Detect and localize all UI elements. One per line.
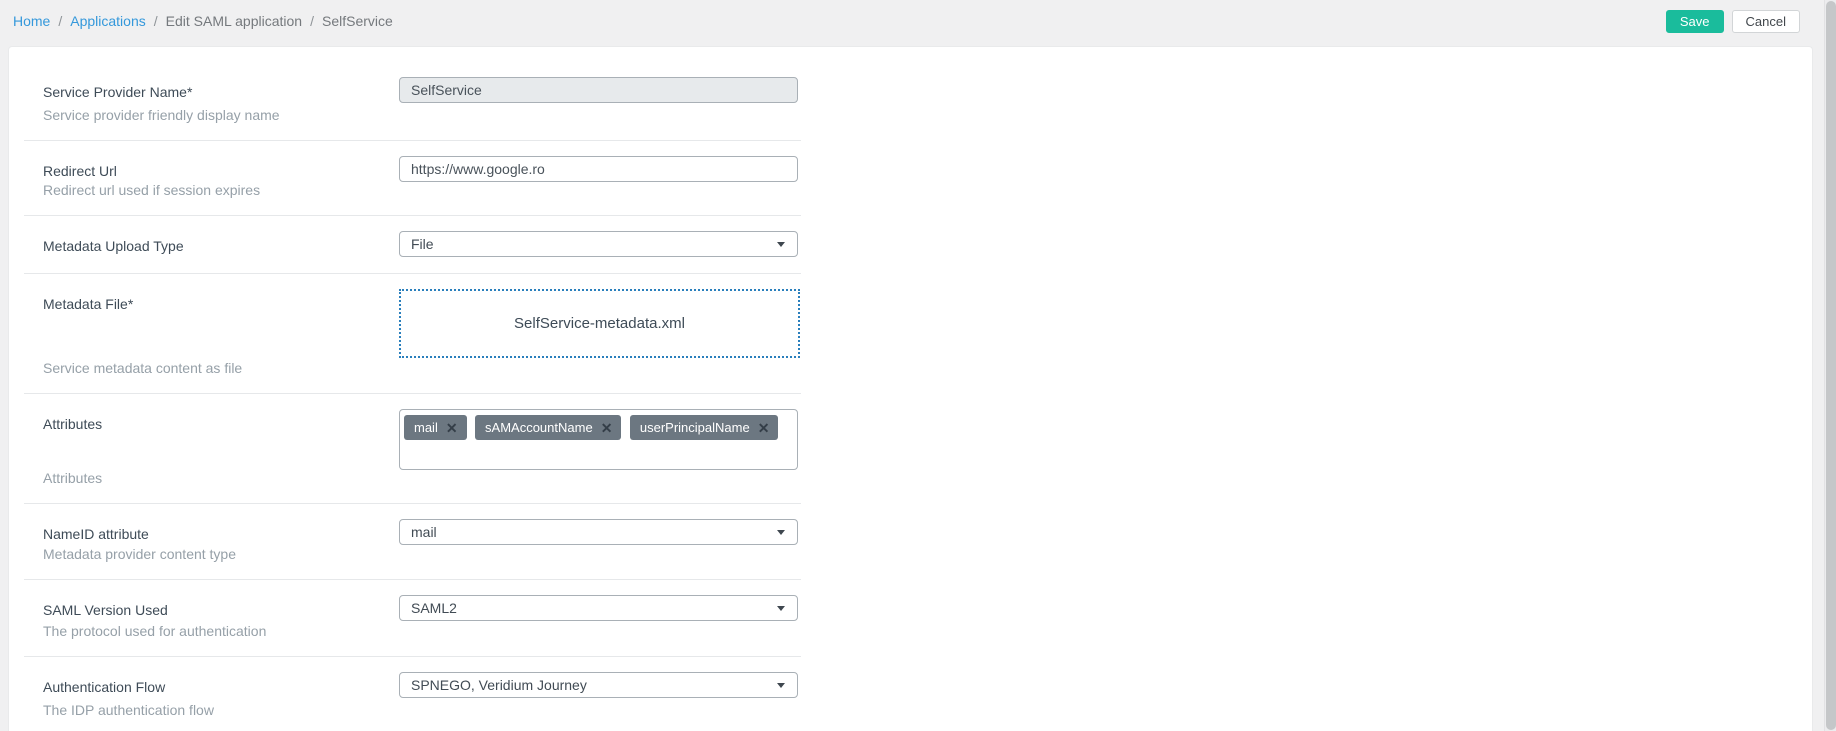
content-panel: Service Provider Name* Service provider … bbox=[8, 46, 1813, 731]
field-col: SAML2 bbox=[399, 595, 798, 640]
save-button[interactable]: Save bbox=[1666, 10, 1724, 33]
field-help: Redirect url used if session expires bbox=[43, 182, 379, 199]
label-col: Metadata Upload Type bbox=[24, 231, 399, 257]
attributes-tag-input[interactable]: mail ✕ sAMAccountName ✕ userPrincipalNam… bbox=[399, 409, 798, 470]
field-help: Metadata provider content type bbox=[43, 546, 379, 563]
form-row-service-provider-name: Service Provider Name* Service provider … bbox=[24, 62, 801, 141]
breadcrumb-separator: / bbox=[58, 13, 62, 29]
vertical-scrollbar bbox=[1824, 0, 1836, 731]
form-row-nameid-attribute: NameID attribute Metadata provider conte… bbox=[24, 504, 801, 580]
label-col: Redirect Url Redirect url used if sessio… bbox=[24, 156, 399, 199]
field-label: Attributes bbox=[43, 416, 379, 433]
chevron-down-icon bbox=[777, 683, 785, 688]
field-help: Service provider friendly display name bbox=[43, 107, 379, 124]
field-col: mail bbox=[399, 519, 798, 563]
remove-tag-icon[interactable]: ✕ bbox=[601, 421, 613, 435]
selected-value: SPNEGO, Veridium Journey bbox=[411, 677, 587, 693]
field-col: SelfService-metadata.xml bbox=[399, 289, 798, 377]
chevron-down-icon bbox=[777, 530, 785, 535]
form-row-metadata-upload-type: Metadata Upload Type File bbox=[24, 216, 801, 274]
metadata-file-dropzone[interactable]: SelfService-metadata.xml bbox=[399, 289, 800, 358]
topbar-actions: Save Cancel bbox=[1666, 10, 1800, 33]
field-col: SPNEGO, Veridium Journey bbox=[399, 672, 798, 719]
breadcrumb-edit-saml-application: Edit SAML application bbox=[166, 13, 302, 29]
tag-label: userPrincipalName bbox=[640, 420, 750, 435]
breadcrumb-current-selfservice: SelfService bbox=[322, 13, 393, 29]
label-col: SAML Version Used The protocol used for … bbox=[24, 595, 399, 640]
breadcrumb-separator: / bbox=[154, 13, 158, 29]
form-row-redirect-url: Redirect Url Redirect url used if sessio… bbox=[24, 141, 801, 216]
top-bar: Home / Applications / Edit SAML applicat… bbox=[0, 0, 1836, 46]
field-help: The protocol used for authentication bbox=[43, 623, 379, 640]
tag-chip: sAMAccountName ✕ bbox=[475, 415, 621, 440]
redirect-url-input[interactable] bbox=[399, 156, 798, 182]
field-help: Attributes bbox=[43, 470, 379, 487]
field-label: Redirect Url bbox=[43, 163, 379, 180]
field-help: Service metadata content as file bbox=[43, 360, 379, 377]
remove-tag-icon[interactable]: ✕ bbox=[446, 421, 458, 435]
chevron-down-icon bbox=[777, 606, 785, 611]
metadata-upload-type-select[interactable]: File bbox=[399, 231, 798, 257]
breadcrumb-home-link[interactable]: Home bbox=[13, 13, 50, 29]
saml-version-select[interactable]: SAML2 bbox=[399, 595, 798, 621]
form-row-metadata-file: Metadata File* Service metadata content … bbox=[24, 274, 801, 394]
label-col: NameID attribute Metadata provider conte… bbox=[24, 519, 399, 563]
selected-value: File bbox=[411, 236, 434, 252]
field-col: mail ✕ sAMAccountName ✕ userPrincipalNam… bbox=[399, 409, 798, 487]
service-provider-name-input[interactable] bbox=[399, 77, 798, 103]
form-row-attributes: Attributes Attributes mail ✕ sAMAccountN… bbox=[24, 394, 801, 504]
selected-value: SAML2 bbox=[411, 600, 457, 616]
breadcrumb: Home / Applications / Edit SAML applicat… bbox=[13, 13, 393, 29]
label-col: Authentication Flow The IDP authenticati… bbox=[24, 672, 399, 719]
tag-label: mail bbox=[414, 420, 438, 435]
field-col: File bbox=[399, 231, 798, 257]
label-col: Attributes Attributes bbox=[24, 409, 399, 487]
uploaded-file-name: SelfService-metadata.xml bbox=[514, 315, 685, 332]
field-label: NameID attribute bbox=[43, 526, 379, 543]
breadcrumb-separator: / bbox=[310, 13, 314, 29]
tag-chip: mail ✕ bbox=[404, 415, 467, 440]
remove-tag-icon[interactable]: ✕ bbox=[758, 421, 770, 435]
field-help: The IDP authentication flow bbox=[43, 702, 379, 719]
field-col bbox=[399, 77, 798, 124]
field-label: Metadata File* bbox=[43, 296, 379, 313]
chevron-down-icon bbox=[777, 242, 785, 247]
field-col bbox=[399, 156, 798, 199]
label-col: Metadata File* Service metadata content … bbox=[24, 289, 399, 377]
scrollbar-thumb[interactable] bbox=[1826, 1, 1836, 730]
authentication-flow-select[interactable]: SPNEGO, Veridium Journey bbox=[399, 672, 798, 698]
field-label: Authentication Flow bbox=[43, 679, 379, 696]
edit-saml-form: Service Provider Name* Service provider … bbox=[24, 62, 801, 731]
field-label: SAML Version Used bbox=[43, 602, 379, 619]
nameid-attribute-select[interactable]: mail bbox=[399, 519, 798, 545]
cancel-button[interactable]: Cancel bbox=[1732, 10, 1800, 33]
field-label: Service Provider Name* bbox=[43, 84, 379, 101]
selected-value: mail bbox=[411, 524, 437, 540]
form-row-authentication-flow: Authentication Flow The IDP authenticati… bbox=[24, 657, 801, 731]
tag-chip: userPrincipalName ✕ bbox=[630, 415, 779, 440]
field-label: Metadata Upload Type bbox=[43, 238, 379, 255]
tag-label: sAMAccountName bbox=[485, 420, 593, 435]
form-row-saml-version: SAML Version Used The protocol used for … bbox=[24, 580, 801, 657]
label-col: Service Provider Name* Service provider … bbox=[24, 77, 399, 124]
breadcrumb-applications-link[interactable]: Applications bbox=[70, 13, 146, 29]
